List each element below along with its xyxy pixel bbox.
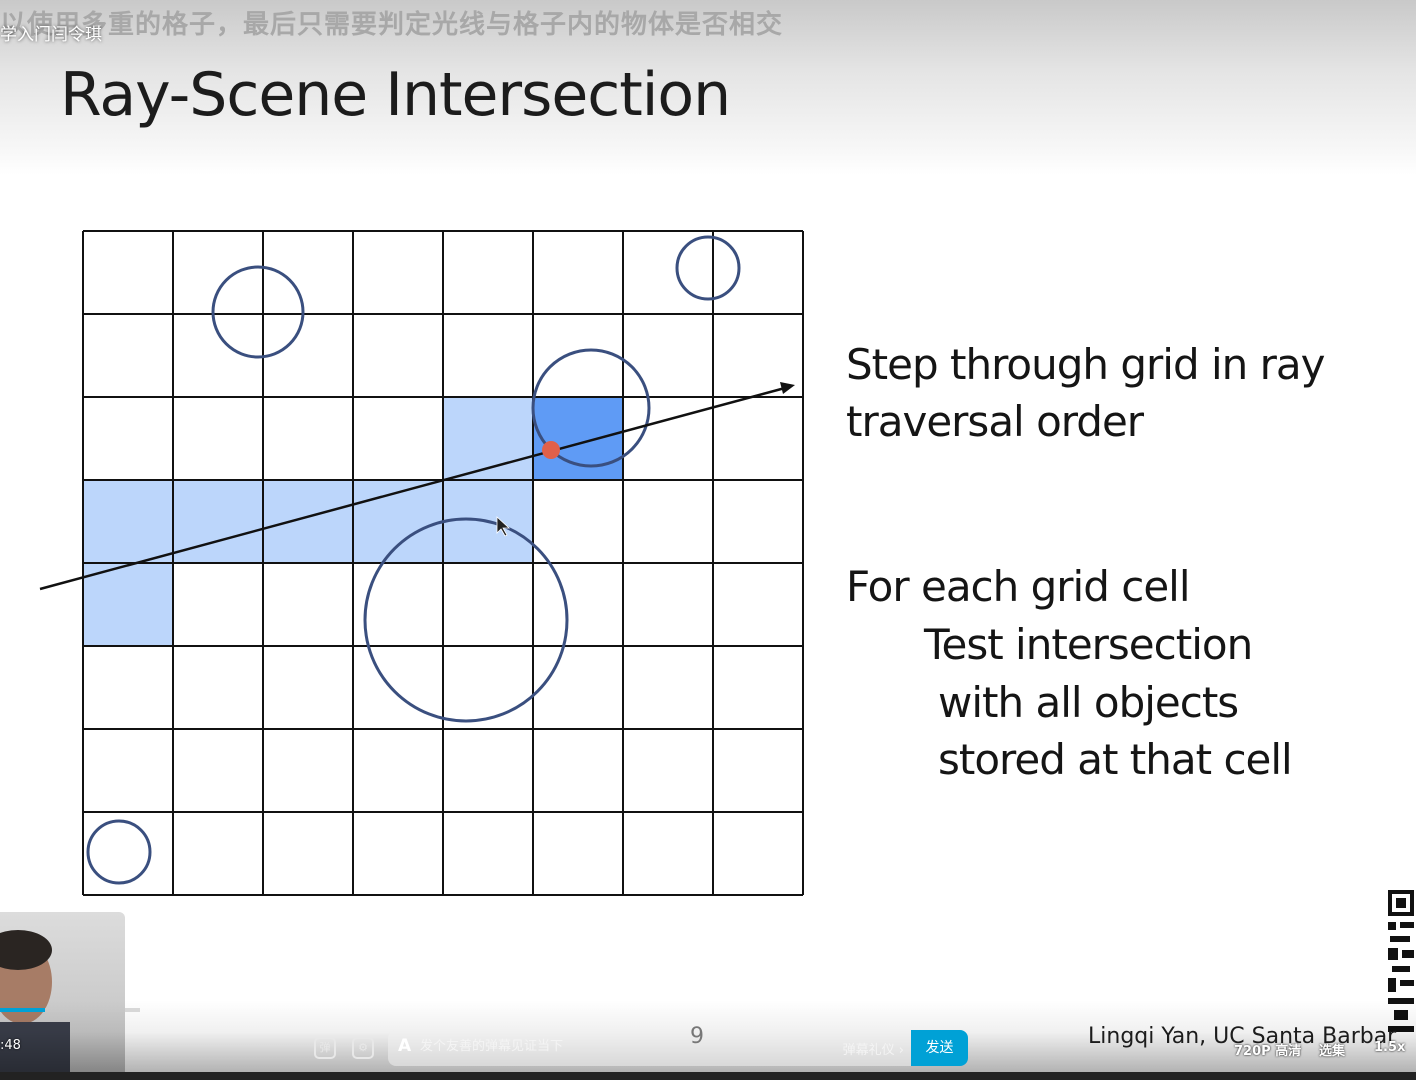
danmaku-settings-icon[interactable]: ⚙ <box>352 1037 374 1059</box>
sphere-object <box>675 235 741 301</box>
grid-diagram <box>39 230 804 896</box>
bullet-step-continued: traversal order <box>846 397 1144 446</box>
bullet-test: Test intersection <box>924 620 1253 669</box>
danmaku-toggle-icon[interactable]: 弹 <box>314 1037 336 1059</box>
danmaku-style-icon[interactable]: A <box>398 1036 411 1056</box>
traversed-cell <box>83 480 173 563</box>
hit-cell <box>533 397 623 480</box>
quality-selector[interactable]: 720P 高清 <box>1234 1040 1301 1059</box>
progress-bar[interactable] <box>0 1008 140 1012</box>
bullet-step: Step through grid in ray <box>846 340 1325 389</box>
intersection-point <box>542 441 560 459</box>
ray-arrowhead <box>780 382 795 394</box>
progress-fill <box>0 1008 45 1012</box>
player-bottom-strip <box>0 1072 1416 1080</box>
sphere-object <box>211 265 305 359</box>
episodes-button[interactable]: 选集 <box>1319 1040 1345 1059</box>
traversed-cell <box>263 480 353 563</box>
danmaku-etiquette-link[interactable]: 弹幕礼仪 › <box>843 1039 904 1058</box>
traversed-cell <box>83 563 173 646</box>
bullet-with: with all objects <box>938 678 1239 727</box>
current-time: :48 <box>0 1038 21 1053</box>
slide-page-number: 9 <box>690 1024 704 1049</box>
bullet-for-each: For each grid cell <box>846 562 1190 611</box>
bullet-stored: stored at that cell <box>938 735 1293 784</box>
danmaku-input-box: A 弹幕礼仪 › <box>388 1030 912 1066</box>
playback-speed-button[interactable]: 1.5x <box>1374 1040 1405 1055</box>
send-button[interactable]: 发送 <box>911 1030 968 1066</box>
sphere-object <box>86 819 152 885</box>
danmaku-input[interactable] <box>418 1038 802 1055</box>
